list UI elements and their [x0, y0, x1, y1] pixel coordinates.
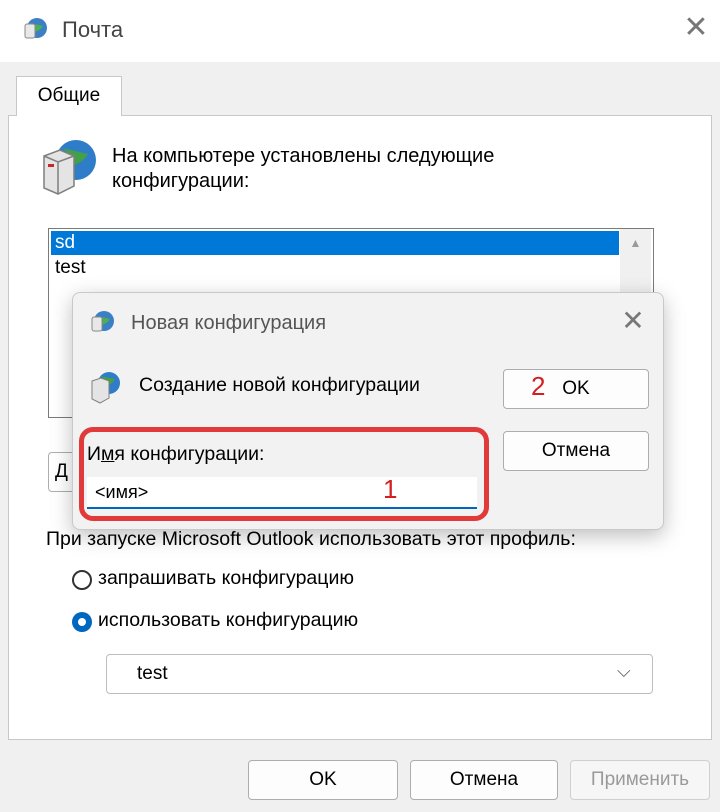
- mail-globe-icon: [24, 18, 47, 39]
- radio-prompt-profile[interactable]: [72, 570, 92, 590]
- list-item[interactable]: sd: [51, 231, 619, 255]
- label-rest: я конфигурации:: [114, 443, 265, 465]
- radio-prompt-label[interactable]: запрашивать конфигурацию: [98, 567, 354, 590]
- server-globe-icon: [91, 372, 120, 404]
- label-prefix: И: [87, 443, 102, 465]
- label-accelerator: м: [101, 443, 115, 465]
- ok-button[interactable]: OK: [248, 760, 398, 800]
- window-title: Почта: [62, 17, 124, 42]
- radio-use-profile[interactable]: [72, 612, 92, 632]
- list-item[interactable]: test: [51, 256, 355, 280]
- annotation-marker-1: 1: [383, 474, 398, 504]
- profile-select[interactable]: test ⌵: [106, 654, 653, 694]
- intro-text: На компьютере установлены следующие конф…: [112, 145, 495, 192]
- profile-name-label: Имя конфигурации:: [87, 443, 264, 466]
- scroll-up-icon[interactable]: ▲: [620, 231, 651, 255]
- new-profile-dialog: Новая конфигурация ✕ Создание новой конф…: [72, 292, 664, 530]
- title-bar: Почта ✕: [0, 0, 720, 62]
- close-icon[interactable]: ✕: [617, 305, 649, 337]
- dialog-title-bar: Новая конфигурация ✕: [73, 293, 663, 355]
- startup-label: При запуске Microsoft Outlook использова…: [46, 528, 576, 550]
- apply-button[interactable]: Применить: [570, 760, 710, 800]
- dialog-subtitle: Создание новой конфигурации: [139, 374, 420, 396]
- chevron-down-icon: ⌵: [617, 661, 631, 682]
- dialog-ok-button[interactable]: OK: [503, 369, 649, 409]
- dialog-title: Новая конфигурация: [131, 312, 327, 334]
- close-icon[interactable]: ✕: [680, 12, 712, 44]
- server-globe-icon: [43, 140, 96, 195]
- dialog-cancel-button[interactable]: Отмена: [503, 431, 649, 471]
- cancel-button[interactable]: Отмена: [410, 760, 558, 800]
- profile-name-input[interactable]: [87, 477, 477, 509]
- mail-globe-icon: [91, 311, 114, 332]
- select-value: test: [137, 663, 168, 684]
- tab-general[interactable]: Общие: [16, 76, 122, 116]
- radio-use-label[interactable]: использовать конфигурацию: [98, 609, 358, 632]
- annotation-marker-2: 2: [531, 371, 546, 401]
